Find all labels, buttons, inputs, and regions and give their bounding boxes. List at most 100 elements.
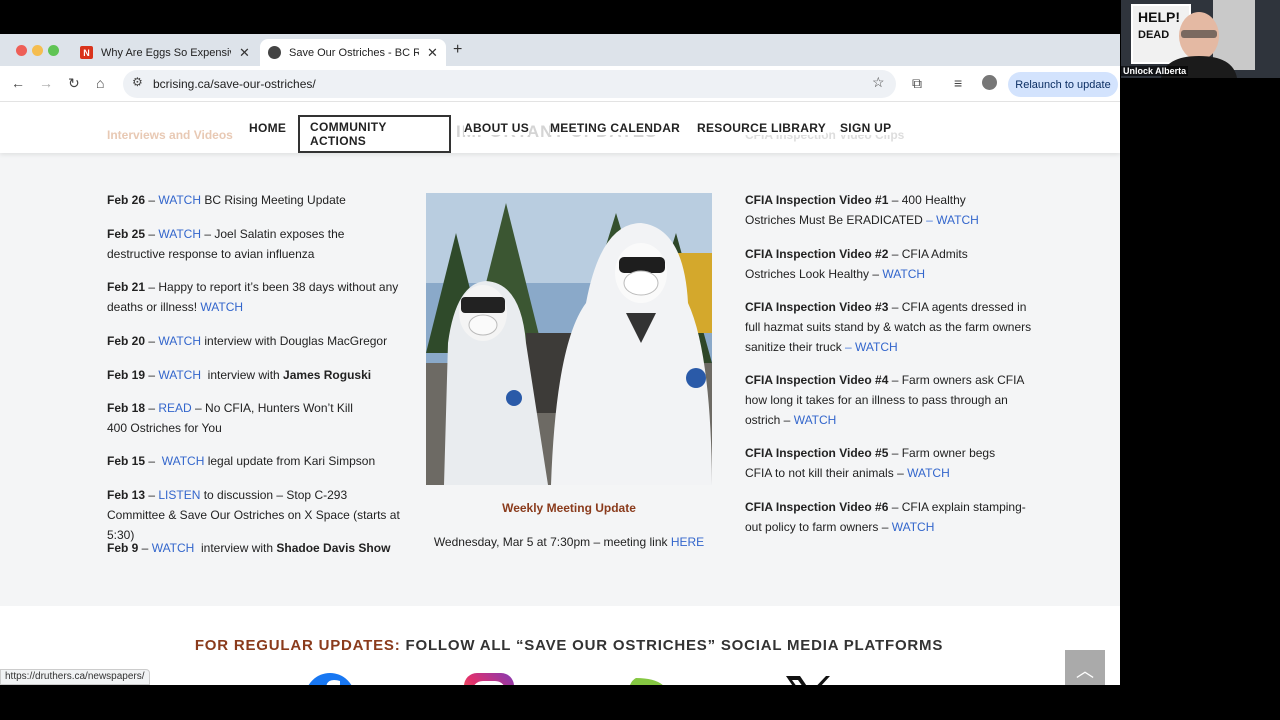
- bookmark-star-icon[interactable]: ☆: [872, 74, 885, 91]
- video-title: CFIA Inspection Video #5: [745, 446, 889, 460]
- minimize-window-button[interactable]: [32, 45, 43, 56]
- profile-avatar-icon[interactable]: [982, 75, 997, 90]
- extensions-icon[interactable]: ⧉: [912, 75, 922, 92]
- separator: –: [145, 488, 159, 502]
- relaunch-button[interactable]: Relaunch to update: [1008, 72, 1118, 97]
- bcrising-favicon-icon: [268, 46, 281, 59]
- tab-eggs[interactable]: N Why Are Eggs So Expensive a ✕: [72, 39, 258, 66]
- separator: –: [145, 193, 159, 207]
- read-link[interactable]: READ: [158, 401, 191, 415]
- watch-link[interactable]: WATCH: [855, 340, 898, 354]
- maximize-window-button[interactable]: [48, 45, 59, 56]
- watch-link[interactable]: WATCH: [882, 267, 925, 281]
- watch-link[interactable]: WATCH: [200, 300, 243, 314]
- watch-link[interactable]: WATCH: [158, 368, 201, 382]
- watch-link[interactable]: WATCH: [158, 334, 201, 348]
- list-item: Feb 20 – WATCH interview with Douglas Ma…: [107, 331, 407, 351]
- home-icon[interactable]: ⌂: [96, 75, 104, 91]
- sign-help-text: HELP!: [1138, 9, 1180, 25]
- entry-date: Feb 18: [107, 401, 146, 415]
- watch-link[interactable]: WATCH: [162, 454, 205, 468]
- separator: –: [138, 541, 152, 555]
- reload-icon[interactable]: ↻: [68, 75, 80, 92]
- entry-text: interview with: [194, 541, 277, 555]
- link-status-bar: https://druthers.ca/newspapers/: [0, 669, 150, 685]
- watch-link[interactable]: WATCH: [794, 413, 837, 427]
- list-item: Feb 21 – Happy to report it’s been 38 da…: [107, 277, 402, 317]
- facebook-icon[interactable]: [304, 672, 356, 685]
- scroll-to-top-button[interactable]: ︿: [1065, 650, 1105, 685]
- meeting-link[interactable]: HERE: [671, 535, 704, 549]
- watch-link[interactable]: WATCH: [158, 227, 201, 241]
- list-item: CFIA Inspection Video #1 – 400 Healthy O…: [745, 190, 1015, 230]
- list-item: CFIA Inspection Video #4 – Farm owners a…: [745, 370, 1025, 430]
- video-title: CFIA Inspection Video #3: [745, 300, 889, 314]
- separator: –: [145, 227, 159, 241]
- entry-date: Feb 20: [107, 334, 146, 348]
- nav-about-us[interactable]: ABOUT US: [464, 121, 530, 135]
- nav-home[interactable]: HOME: [249, 121, 286, 135]
- entry-text: legal update from Kari Simpson: [204, 454, 376, 468]
- entry-date: Feb 15: [107, 454, 146, 468]
- close-tab-icon[interactable]: ✕: [427, 45, 438, 61]
- close-window-button[interactable]: [16, 45, 27, 56]
- list-item: Feb 13 – LISTEN to discussion – Stop C-2…: [107, 485, 402, 545]
- new-tab-icon[interactable]: +: [453, 41, 462, 59]
- entry-date: Feb 9: [107, 541, 139, 555]
- site-info-icon[interactable]: ⚙: [132, 75, 143, 89]
- browser-toolbar: ← → ↻ ⌂ ⚙ bcrising.ca/save-our-ostriches…: [0, 66, 1120, 102]
- list-item: Feb 26 – WATCH BC Rising Meeting Update: [107, 190, 407, 210]
- rumble-icon[interactable]: [622, 672, 674, 685]
- meeting-info: Wednesday, Mar 5 at 7:30pm – meeting lin…: [426, 535, 712, 549]
- webcam-overlay: HELP! DEAD Unlock Alberta: [1121, 0, 1280, 78]
- reading-list-icon[interactable]: ≡: [954, 75, 962, 91]
- meeting-photo[interactable]: [426, 193, 712, 485]
- weekly-meeting-title: Weekly Meeting Update: [502, 501, 636, 515]
- watch-link[interactable]: WATCH: [907, 466, 950, 480]
- list-item: CFIA Inspection Video #2 – CFIA Admits O…: [745, 244, 1015, 284]
- entry-date: Feb 21: [107, 280, 146, 294]
- entry-date: Feb 13: [107, 488, 146, 502]
- entry-text: interview with: [201, 368, 284, 382]
- close-tab-icon[interactable]: ✕: [239, 45, 250, 61]
- watch-link[interactable]: WATCH: [152, 541, 195, 555]
- video-title: CFIA Inspection Video #6: [745, 500, 889, 514]
- list-item: Feb 18 – READ – No CFIA, Hunters Won’t K…: [107, 398, 369, 438]
- nav-meeting-calendar[interactable]: MEETING CALENDAR: [550, 121, 681, 135]
- people-in-hazmat-suits-image: [426, 193, 712, 485]
- ghost-heading-left: Interviews and Videos: [107, 128, 233, 142]
- social-heading-text: FOLLOW ALL “SAVE OUR OSTRICHES” SOCIAL M…: [400, 637, 944, 654]
- separator: –: [145, 368, 159, 382]
- watch-link[interactable]: WATCH: [892, 520, 935, 534]
- separator: –: [145, 280, 159, 294]
- entry-text: BC Rising Meeting Update: [201, 193, 346, 207]
- meeting-text: Wednesday, Mar 5 at 7:30pm – meeting lin…: [433, 535, 671, 549]
- separator: –: [780, 413, 794, 427]
- chevron-up-icon: ︿: [1076, 661, 1094, 681]
- entry-date: Feb 25: [107, 227, 146, 241]
- separator: –: [869, 267, 883, 281]
- watch-link[interactable]: WATCH: [936, 213, 979, 227]
- forward-icon[interactable]: →: [39, 75, 53, 91]
- x-icon[interactable]: [782, 672, 834, 685]
- separator: –: [893, 466, 908, 480]
- list-item: CFIA Inspection Video #6 – CFIA explain …: [745, 497, 1037, 537]
- separator: –: [145, 334, 159, 348]
- back-icon[interactable]: ←: [11, 75, 25, 91]
- video-title: CFIA Inspection Video #1: [745, 193, 889, 207]
- nav-community-actions[interactable]: COMMUNITY ACTIONS: [298, 115, 451, 153]
- separator: –: [841, 340, 856, 354]
- separator: –: [922, 213, 937, 227]
- watch-link[interactable]: WATCH: [158, 193, 201, 207]
- tab-save-our-ostriches[interactable]: Save Our Ostriches - BC Risi ✕: [260, 39, 446, 66]
- list-item: Feb 25 – WATCH – Joel Salatin exposes th…: [107, 224, 402, 264]
- list-item: CFIA Inspection Video #5 – Farm owner be…: [745, 443, 1025, 483]
- instagram-icon[interactable]: [463, 672, 515, 685]
- list-item: Feb 19 – WATCH interview with James Rogu…: [107, 365, 407, 385]
- listen-link[interactable]: LISTEN: [158, 488, 200, 502]
- nav-resource-library[interactable]: RESOURCE LIBRARY: [697, 121, 827, 135]
- nav-sign-up[interactable]: SIGN UP: [840, 121, 892, 135]
- address-bar[interactable]: ⚙ bcrising.ca/save-our-ostriches/ ☆: [123, 70, 896, 98]
- url-text: bcrising.ca/save-our-ostriches/: [153, 77, 316, 91]
- tab-label: Why Are Eggs So Expensive a: [101, 46, 231, 59]
